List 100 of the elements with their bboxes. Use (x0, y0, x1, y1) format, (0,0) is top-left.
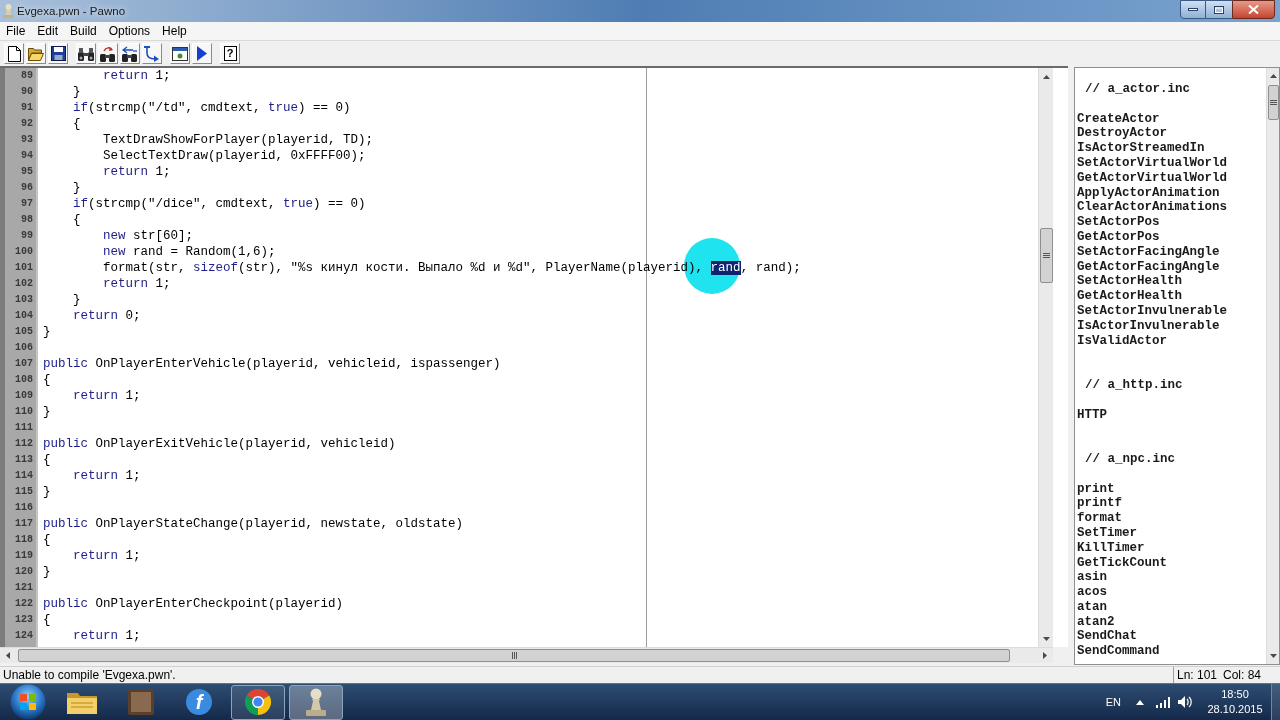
function-list-item[interactable]: GetActorPos (1077, 229, 1160, 245)
find-button[interactable] (76, 43, 96, 64)
page-icon (7, 45, 21, 62)
horizontal-scrollbar[interactable] (0, 647, 1053, 663)
maximize-button[interactable] (1206, 0, 1232, 19)
line-number: 120 (15, 565, 33, 579)
triangle-down-icon (1269, 654, 1277, 658)
code-line: } (73, 84, 81, 100)
line-number: 104 (15, 309, 33, 323)
start-button[interactable] (9, 684, 46, 720)
code-line: return 1; (73, 548, 141, 564)
function-list-item[interactable]: ApplyActorAnimation (1077, 185, 1220, 201)
triangle-up-icon (1269, 74, 1277, 78)
find-next-button[interactable] (98, 43, 118, 64)
code-line: public OnPlayerExitVehicle(playerid, vehicleid) (43, 436, 396, 452)
line-number: 89 (21, 69, 33, 83)
function-list-item[interactable]: SetActorFacingAngle (1077, 244, 1220, 260)
line-number: 113 (15, 453, 33, 467)
menu-item[interactable]: Options (102, 22, 157, 40)
vertical-scrollbar[interactable] (1038, 68, 1053, 647)
function-list-item[interactable]: asin (1077, 570, 1107, 586)
taskbar-button[interactable] (289, 684, 343, 720)
function-list-item[interactable]: printf (1077, 496, 1122, 512)
line-number: 119 (15, 549, 33, 563)
function-list-item[interactable]: IsActorInvulnerable (1077, 318, 1220, 334)
function-list-item[interactable]: SetTimer (1077, 525, 1137, 541)
code-line: } (73, 292, 81, 308)
function-list-item[interactable]: SetActorInvulnerable (1077, 303, 1228, 319)
function-list-item[interactable]: IsActorStreamedIn (1077, 141, 1205, 156)
line-number: 98 (21, 213, 33, 227)
line-number: 91 (21, 101, 33, 115)
code-line: } (73, 180, 81, 196)
triangle-left-icon (5, 652, 10, 659)
function-list-item[interactable]: SendChat (1077, 629, 1137, 645)
function-list-item[interactable]: GetActorHealth (1077, 289, 1183, 304)
taskbar-button[interactable]: f (172, 684, 226, 720)
open-button[interactable] (26, 43, 46, 64)
code-line: { (43, 452, 51, 468)
function-list-item[interactable]: GetTickCount (1077, 555, 1167, 571)
close-button[interactable] (1232, 0, 1275, 19)
scroll-thumb[interactable] (18, 649, 1010, 662)
function-list-item[interactable]: HTTP (1077, 407, 1107, 423)
menu-item[interactable]: Build (64, 22, 103, 40)
function-list-item[interactable]: DestroyActor (1077, 126, 1167, 142)
code-line: { (73, 212, 81, 228)
function-list-item[interactable]: ClearActorAnimations (1077, 200, 1228, 216)
menu-item[interactable]: File (0, 22, 32, 40)
menu-item[interactable]: Edit (31, 22, 65, 40)
line-number: 109 (15, 389, 33, 403)
run-button[interactable] (192, 43, 212, 64)
function-list-item[interactable]: IsValidActor (1077, 333, 1167, 349)
taskbar-button[interactable] (230, 684, 285, 720)
vertical-scrollbar[interactable] (1266, 68, 1279, 664)
save-button[interactable] (48, 43, 68, 64)
section-header: // a_npc.inc (1085, 451, 1175, 467)
menu-item[interactable]: Help (156, 22, 193, 40)
code-line: TextDrawShowForPlayer(playerid, TD); (103, 132, 374, 148)
function-list-item[interactable]: atan (1077, 599, 1107, 615)
function-list-item[interactable]: GetActorFacingAngle (1077, 259, 1220, 275)
function-list-item[interactable]: CreateActor (1077, 111, 1160, 127)
function-list-item[interactable]: SetActorVirtualWorld (1077, 156, 1228, 171)
line-number: 121 (15, 581, 33, 595)
scroll-thumb[interactable] (1267, 85, 1279, 120)
code-line: return 1; (103, 68, 171, 84)
line-number: 110 (15, 405, 33, 419)
code-line: { (43, 372, 51, 388)
compile-button[interactable] (170, 43, 190, 64)
scroll-thumb[interactable] (1039, 228, 1053, 283)
language-indicator[interactable]: EN (1105, 693, 1121, 711)
section-header: // a_http.inc (1085, 377, 1183, 393)
line-number: 92 (21, 117, 33, 131)
line-number: 118 (15, 533, 33, 547)
line-number: 90 (21, 85, 33, 99)
flag-orb-icon (9, 684, 46, 720)
folder-icon (67, 690, 97, 714)
function-list-item[interactable]: acos (1077, 585, 1107, 600)
function-list-item[interactable]: SetActorHealth (1077, 274, 1183, 290)
code-line: return 1; (73, 468, 141, 484)
function-list-item[interactable]: print (1077, 481, 1115, 497)
help-button[interactable]: ? (220, 43, 240, 64)
function-list-item[interactable]: GetActorVirtualWorld (1077, 170, 1228, 186)
line-number: 102 (15, 277, 33, 291)
code-line: SelectTextDraw(playerid, 0xFFFF00); (103, 148, 366, 164)
function-list-item[interactable]: SendCommand (1077, 644, 1160, 660)
function-list-item[interactable]: KillTimer (1077, 540, 1145, 556)
speaker-icon (1178, 696, 1192, 708)
new-file-button[interactable] (4, 43, 24, 64)
show-desktop-button[interactable] (1271, 683, 1280, 720)
function-list-item[interactable]: format (1077, 511, 1122, 526)
go-to-line-button[interactable] (142, 43, 162, 64)
replace-button[interactable] (120, 43, 140, 64)
function-list-item[interactable]: atan2 (1077, 614, 1115, 630)
line-number: 115 (15, 485, 33, 499)
clock-button[interactable]: 18:50 28.10.2015 (1203, 687, 1267, 717)
code-line: public OnPlayerEnterCheckpoint(playerid) (43, 596, 344, 612)
code-line: if(strcmp("/td", cmdtext, true) == 0) (73, 100, 351, 116)
play-icon (197, 46, 207, 61)
minimize-button[interactable] (1180, 0, 1206, 19)
function-list-item[interactable]: SetActorPos (1077, 215, 1160, 230)
code-line: return 0; (73, 308, 141, 324)
